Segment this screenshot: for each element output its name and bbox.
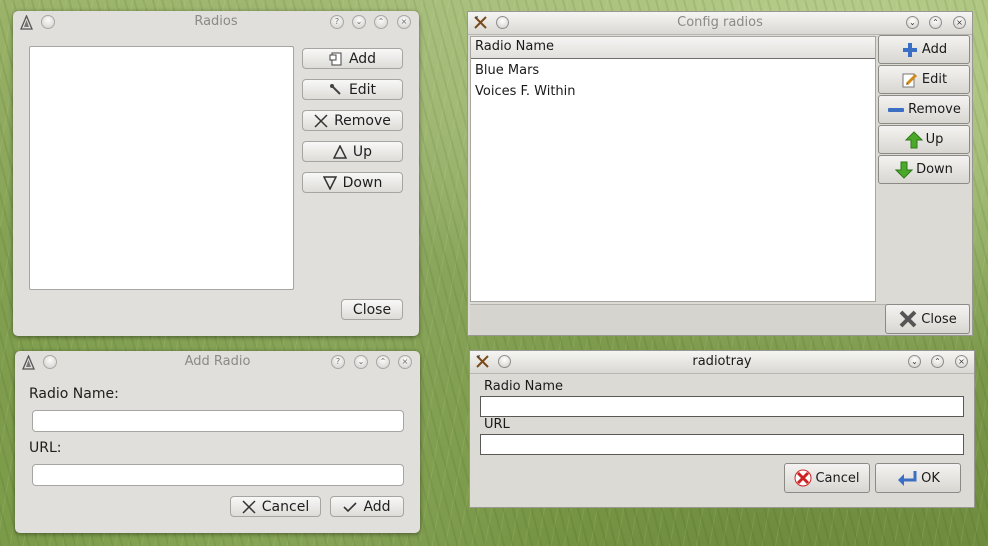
add-label: Add (348, 50, 377, 67)
radio-name-label: Radio Name (484, 379, 564, 394)
table-row[interactable]: Voices F. Within (471, 78, 875, 99)
help-icon[interactable]: ? (331, 355, 345, 369)
url-label: URL (484, 417, 510, 432)
ok-button[interactable]: OK (875, 463, 961, 493)
add-label: Add (921, 42, 948, 57)
cancel-label: Cancel (261, 498, 310, 515)
add-button[interactable]: Add (330, 496, 404, 517)
window-title: Config radios (677, 15, 763, 30)
close-button[interactable]: Close (885, 304, 970, 334)
edit-label: Edit (348, 81, 377, 98)
up-label: Up (925, 132, 944, 147)
radiotray-window: radiotray ⌄ ⌃ × Radio Name URL Cancel OK (469, 350, 975, 508)
minimize-icon[interactable]: ⌄ (908, 355, 921, 368)
edit-pencil-icon (902, 73, 917, 87)
column-header[interactable]: Radio Name (471, 37, 875, 59)
up-arrow-icon (904, 130, 923, 148)
config-titlebar[interactable]: Config radios ⌄ ⌃ × (468, 12, 972, 35)
add-plus-icon (902, 42, 917, 57)
add-document-icon (329, 52, 342, 65)
radio-name-label: Radio Name: (29, 386, 119, 402)
down-button[interactable]: Down (878, 155, 970, 184)
cancel-button[interactable]: Cancel (784, 463, 870, 493)
remove-label: Remove (908, 102, 961, 117)
up-triangle-icon (332, 144, 347, 159)
cancel-red-x-icon (794, 469, 812, 487)
up-button[interactable]: Up (302, 141, 403, 162)
radiotray-titlebar[interactable]: radiotray ⌄ ⌃ × (470, 351, 974, 374)
close-button[interactable]: Close (341, 299, 403, 320)
checkmark-icon (343, 501, 358, 512)
close-icon[interactable]: × (953, 16, 966, 29)
radios-titlebar[interactable]: Radios ? ⌄ ⌃ × (13, 11, 419, 33)
add-label: Add (363, 498, 391, 515)
cancel-x-icon (242, 499, 256, 514)
close-x-icon (899, 310, 917, 328)
url-field[interactable] (32, 464, 404, 486)
radio-name-field[interactable] (480, 396, 964, 417)
remove-x-icon (314, 113, 328, 128)
add-button[interactable]: Add (878, 35, 970, 64)
cancel-button[interactable]: Cancel (230, 496, 321, 517)
close-label: Close (352, 301, 392, 318)
down-button[interactable]: Down (302, 172, 403, 193)
radio-list[interactable] (29, 46, 294, 290)
help-icon[interactable]: ? (330, 15, 344, 29)
add-radio-titlebar[interactable]: Add Radio ? ⌄ ⌃ × (15, 351, 420, 373)
maximize-icon[interactable]: ⌃ (931, 355, 944, 368)
close-icon[interactable]: × (397, 15, 411, 29)
ok-return-icon (898, 471, 917, 486)
close-icon[interactable]: × (955, 355, 968, 368)
maximize-icon[interactable]: ⌃ (376, 355, 390, 369)
edit-brush-icon (329, 83, 341, 95)
minimize-icon[interactable]: ⌄ (354, 355, 368, 369)
close-label: Close (921, 311, 957, 327)
minimize-icon[interactable]: ⌄ (906, 16, 919, 29)
radios-window: Radios ? ⌄ ⌃ × Add Edit Remove Up Down C… (13, 11, 419, 336)
edit-label: Edit (921, 72, 948, 87)
minimize-icon[interactable]: ⌄ (352, 15, 366, 29)
remove-button[interactable]: Remove (302, 110, 403, 131)
maximize-icon[interactable]: ⌃ (929, 16, 942, 29)
remove-button[interactable]: Remove (878, 95, 970, 124)
url-field[interactable] (480, 434, 964, 455)
edit-button[interactable]: Edit (878, 65, 970, 94)
station-table: Radio Name Blue Mars Voices F. Within (470, 36, 876, 302)
maximize-icon[interactable]: ⌃ (374, 15, 388, 29)
down-label: Down (342, 174, 383, 191)
url-label: URL: (29, 440, 62, 456)
edit-button[interactable]: Edit (302, 79, 403, 100)
close-icon[interactable]: × (398, 355, 412, 369)
down-triangle-icon (322, 175, 337, 190)
up-label: Up (352, 143, 373, 160)
config-radios-window: Config radios ⌄ ⌃ × Radio Name Blue Mars… (467, 11, 973, 336)
ok-label: OK (921, 470, 940, 486)
down-arrow-icon (895, 161, 914, 179)
down-label: Down (916, 162, 953, 177)
table-row[interactable]: Blue Mars (471, 59, 875, 78)
add-button[interactable]: Add (302, 48, 403, 69)
cancel-label: Cancel (815, 470, 860, 486)
radio-name-field[interactable] (32, 410, 404, 432)
remove-label: Remove (334, 112, 391, 129)
window-title: radiotray (692, 354, 752, 369)
up-button[interactable]: Up (878, 125, 970, 154)
remove-minus-icon (888, 107, 905, 112)
add-radio-window: Add Radio ? ⌄ ⌃ × Radio Name: URL: Cance… (15, 351, 420, 533)
